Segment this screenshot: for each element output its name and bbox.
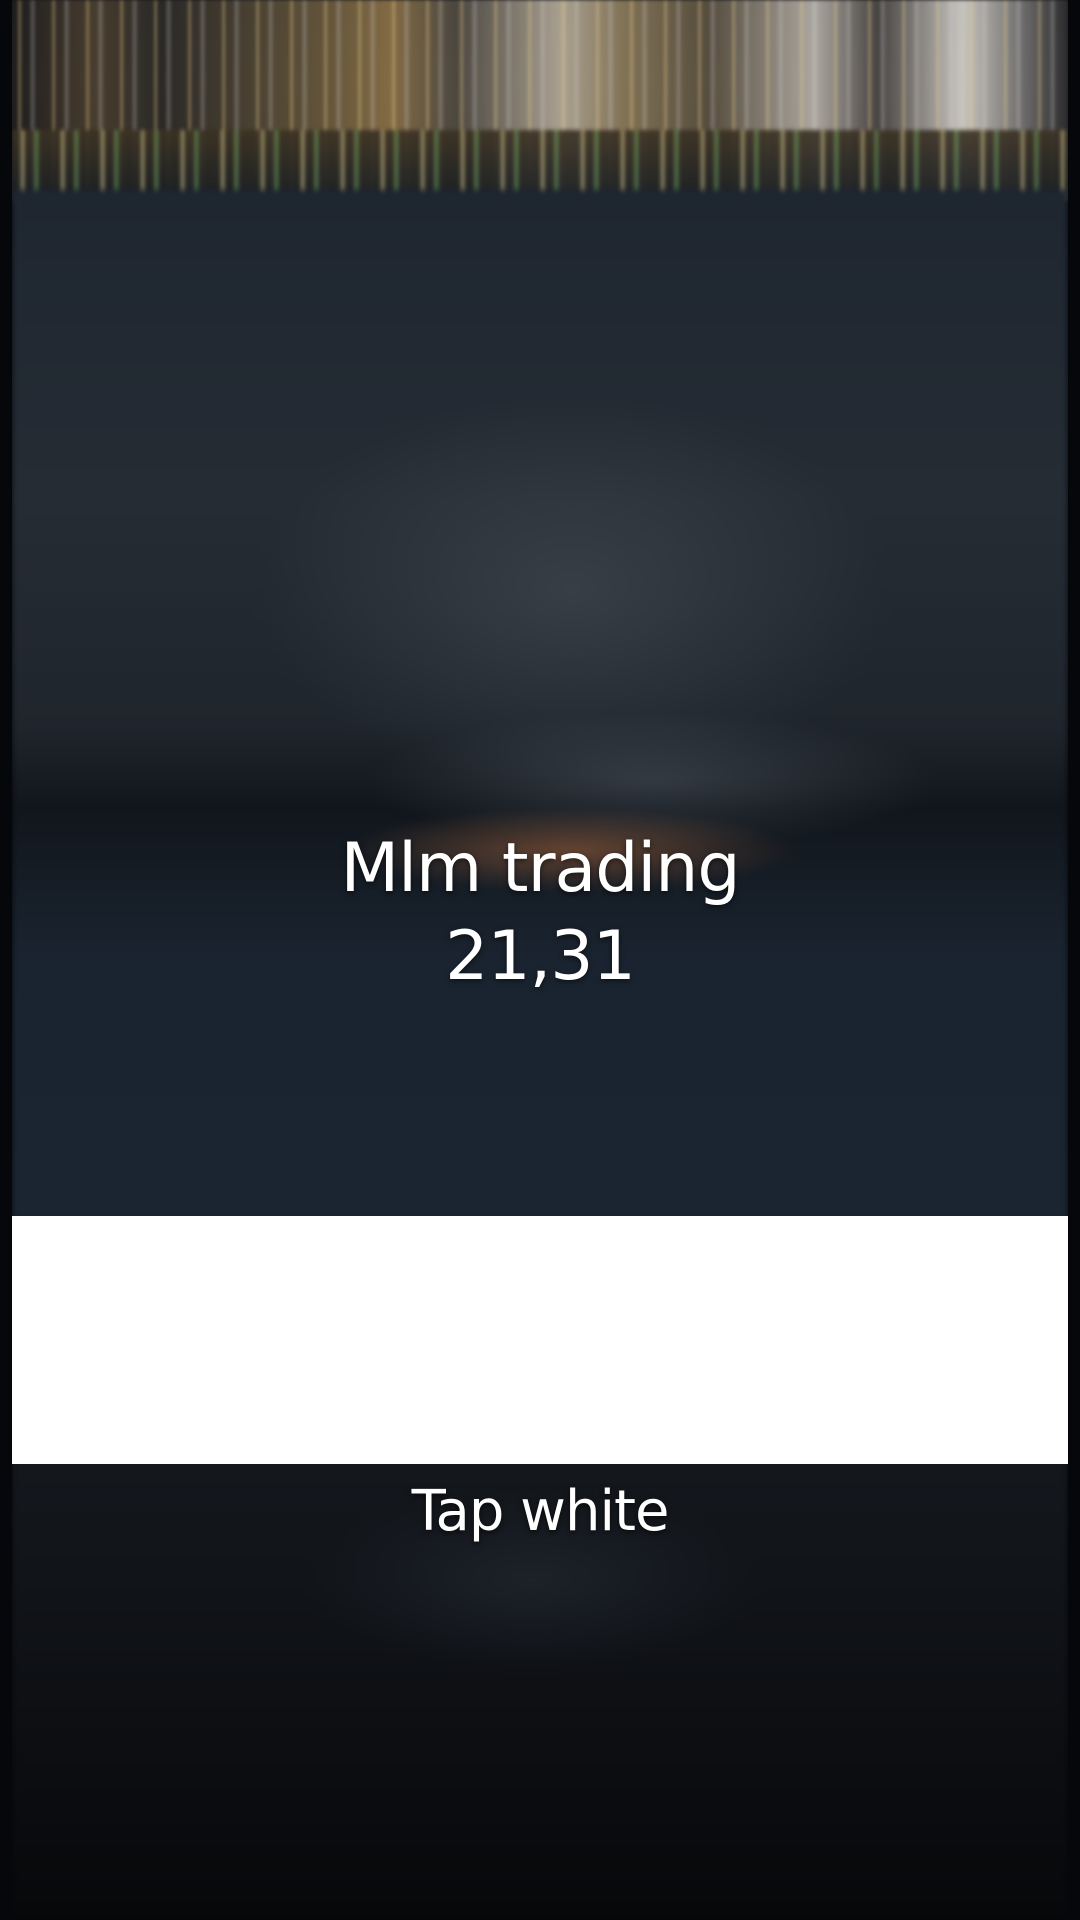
tap-white-caption: Tap white: [411, 1479, 670, 1544]
overlay-title: Mlm trading 21,31: [0, 825, 1080, 1001]
overlay-title-line-2: 21,31: [445, 917, 636, 996]
video-screen: Mlm trading 21,31 Tap white: [0, 0, 1080, 1920]
tap-white-panel[interactable]: [12, 1216, 1068, 1464]
dark-water: [12, 190, 1068, 1220]
overlay-title-line-1: Mlm trading: [340, 829, 740, 908]
